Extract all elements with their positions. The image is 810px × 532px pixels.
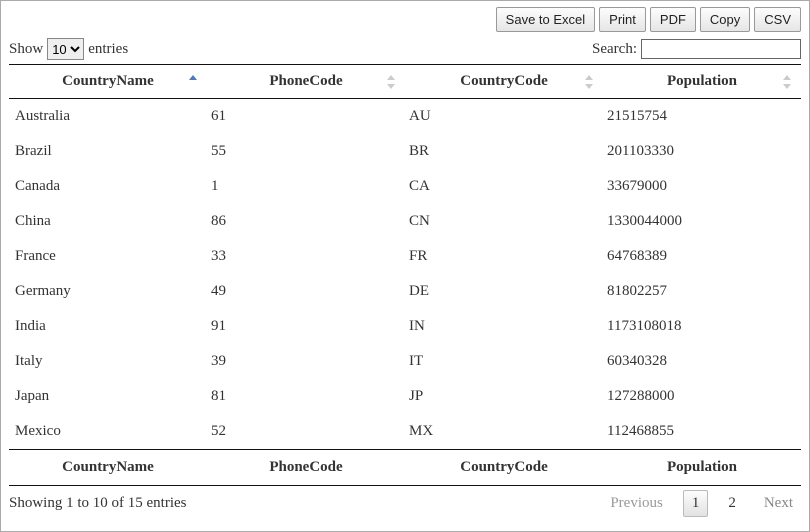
cell-phone: 33 bbox=[207, 239, 405, 274]
cell-code: JP bbox=[405, 379, 603, 414]
cell-pop: 21515754 bbox=[603, 99, 801, 135]
save-to-excel-button[interactable]: Save to Excel bbox=[496, 7, 596, 32]
export-toolbar: Save to Excel Print PDF Copy CSV bbox=[9, 7, 801, 32]
pagination-page-1[interactable]: 1 bbox=[683, 490, 709, 517]
cell-name: Mexico bbox=[9, 414, 207, 450]
column-footer-countryname: CountryName bbox=[9, 450, 207, 486]
cell-pop: 33679000 bbox=[603, 169, 801, 204]
table-row: Mexico52MX112468855 bbox=[9, 414, 801, 450]
cell-pop: 64768389 bbox=[603, 239, 801, 274]
cell-name: Germany bbox=[9, 274, 207, 309]
cell-pop: 81802257 bbox=[603, 274, 801, 309]
cell-pop: 1330044000 bbox=[603, 204, 801, 239]
sort-asc-icon bbox=[189, 75, 199, 89]
length-suffix-label: entries bbox=[88, 41, 128, 58]
cell-phone: 61 bbox=[207, 99, 405, 135]
cell-name: Australia bbox=[9, 99, 207, 135]
table-row: France33FR64768389 bbox=[9, 239, 801, 274]
search-input[interactable] bbox=[641, 39, 801, 59]
cell-code: CA bbox=[405, 169, 603, 204]
cell-name: China bbox=[9, 204, 207, 239]
cell-pop: 60340328 bbox=[603, 344, 801, 379]
column-header-countryname[interactable]: CountryName bbox=[9, 65, 207, 99]
cell-name: Brazil bbox=[9, 134, 207, 169]
column-label: PhoneCode bbox=[269, 73, 342, 89]
column-header-population[interactable]: Population bbox=[603, 65, 801, 99]
cell-pop: 1173108018 bbox=[603, 309, 801, 344]
page-length-select[interactable]: 10 bbox=[47, 38, 84, 60]
cell-phone: 91 bbox=[207, 309, 405, 344]
page-length-control: Show 10 entries bbox=[9, 38, 128, 60]
search-control: Search: bbox=[592, 39, 801, 59]
cell-phone: 1 bbox=[207, 169, 405, 204]
column-label: Population bbox=[667, 73, 737, 89]
cell-code: DE bbox=[405, 274, 603, 309]
table-row: Australia61AU21515754 bbox=[9, 99, 801, 135]
sort-icon bbox=[585, 75, 595, 89]
pagination: Previous 1 2 Next bbox=[602, 490, 801, 517]
cell-code: IN bbox=[405, 309, 603, 344]
search-label: Search: bbox=[592, 41, 637, 58]
column-label: CountryCode bbox=[460, 73, 548, 89]
table-row: China86CN1330044000 bbox=[9, 204, 801, 239]
pagination-previous[interactable]: Previous bbox=[602, 491, 671, 516]
cell-pop: 201103330 bbox=[603, 134, 801, 169]
sort-icon bbox=[783, 75, 793, 89]
cell-phone: 39 bbox=[207, 344, 405, 379]
cell-name: Italy bbox=[9, 344, 207, 379]
cell-code: CN bbox=[405, 204, 603, 239]
column-footer-countrycode: CountryCode bbox=[405, 450, 603, 486]
pagination-next[interactable]: Next bbox=[756, 491, 801, 516]
column-header-phonecode[interactable]: PhoneCode bbox=[207, 65, 405, 99]
pdf-button[interactable]: PDF bbox=[650, 7, 696, 32]
column-header-countrycode[interactable]: CountryCode bbox=[405, 65, 603, 99]
copy-button[interactable]: Copy bbox=[700, 7, 750, 32]
csv-button[interactable]: CSV bbox=[754, 7, 801, 32]
sort-icon bbox=[387, 75, 397, 89]
cell-code: AU bbox=[405, 99, 603, 135]
cell-pop: 127288000 bbox=[603, 379, 801, 414]
cell-phone: 49 bbox=[207, 274, 405, 309]
table-info: Showing 1 to 10 of 15 entries bbox=[9, 495, 187, 512]
column-label: CountryName bbox=[62, 73, 154, 89]
cell-code: MX bbox=[405, 414, 603, 450]
table-row: Japan81JP127288000 bbox=[9, 379, 801, 414]
cell-pop: 112468855 bbox=[603, 414, 801, 450]
data-table: CountryName PhoneCode CountryCode Popula… bbox=[9, 64, 801, 486]
table-row: Canada1CA33679000 bbox=[9, 169, 801, 204]
cell-phone: 55 bbox=[207, 134, 405, 169]
cell-name: Canada bbox=[9, 169, 207, 204]
cell-code: FR bbox=[405, 239, 603, 274]
cell-name: India bbox=[9, 309, 207, 344]
length-prefix-label: Show bbox=[9, 41, 43, 58]
cell-name: France bbox=[9, 239, 207, 274]
table-row: Germany49DE81802257 bbox=[9, 274, 801, 309]
cell-code: IT bbox=[405, 344, 603, 379]
pagination-page-2[interactable]: 2 bbox=[720, 491, 744, 516]
print-button[interactable]: Print bbox=[599, 7, 646, 32]
column-footer-population: Population bbox=[603, 450, 801, 486]
cell-name: Japan bbox=[9, 379, 207, 414]
table-row: India91IN1173108018 bbox=[9, 309, 801, 344]
column-footer-phonecode: PhoneCode bbox=[207, 450, 405, 486]
cell-phone: 52 bbox=[207, 414, 405, 450]
table-row: Italy39IT60340328 bbox=[9, 344, 801, 379]
cell-code: BR bbox=[405, 134, 603, 169]
cell-phone: 86 bbox=[207, 204, 405, 239]
table-row: Brazil55BR201103330 bbox=[9, 134, 801, 169]
cell-phone: 81 bbox=[207, 379, 405, 414]
